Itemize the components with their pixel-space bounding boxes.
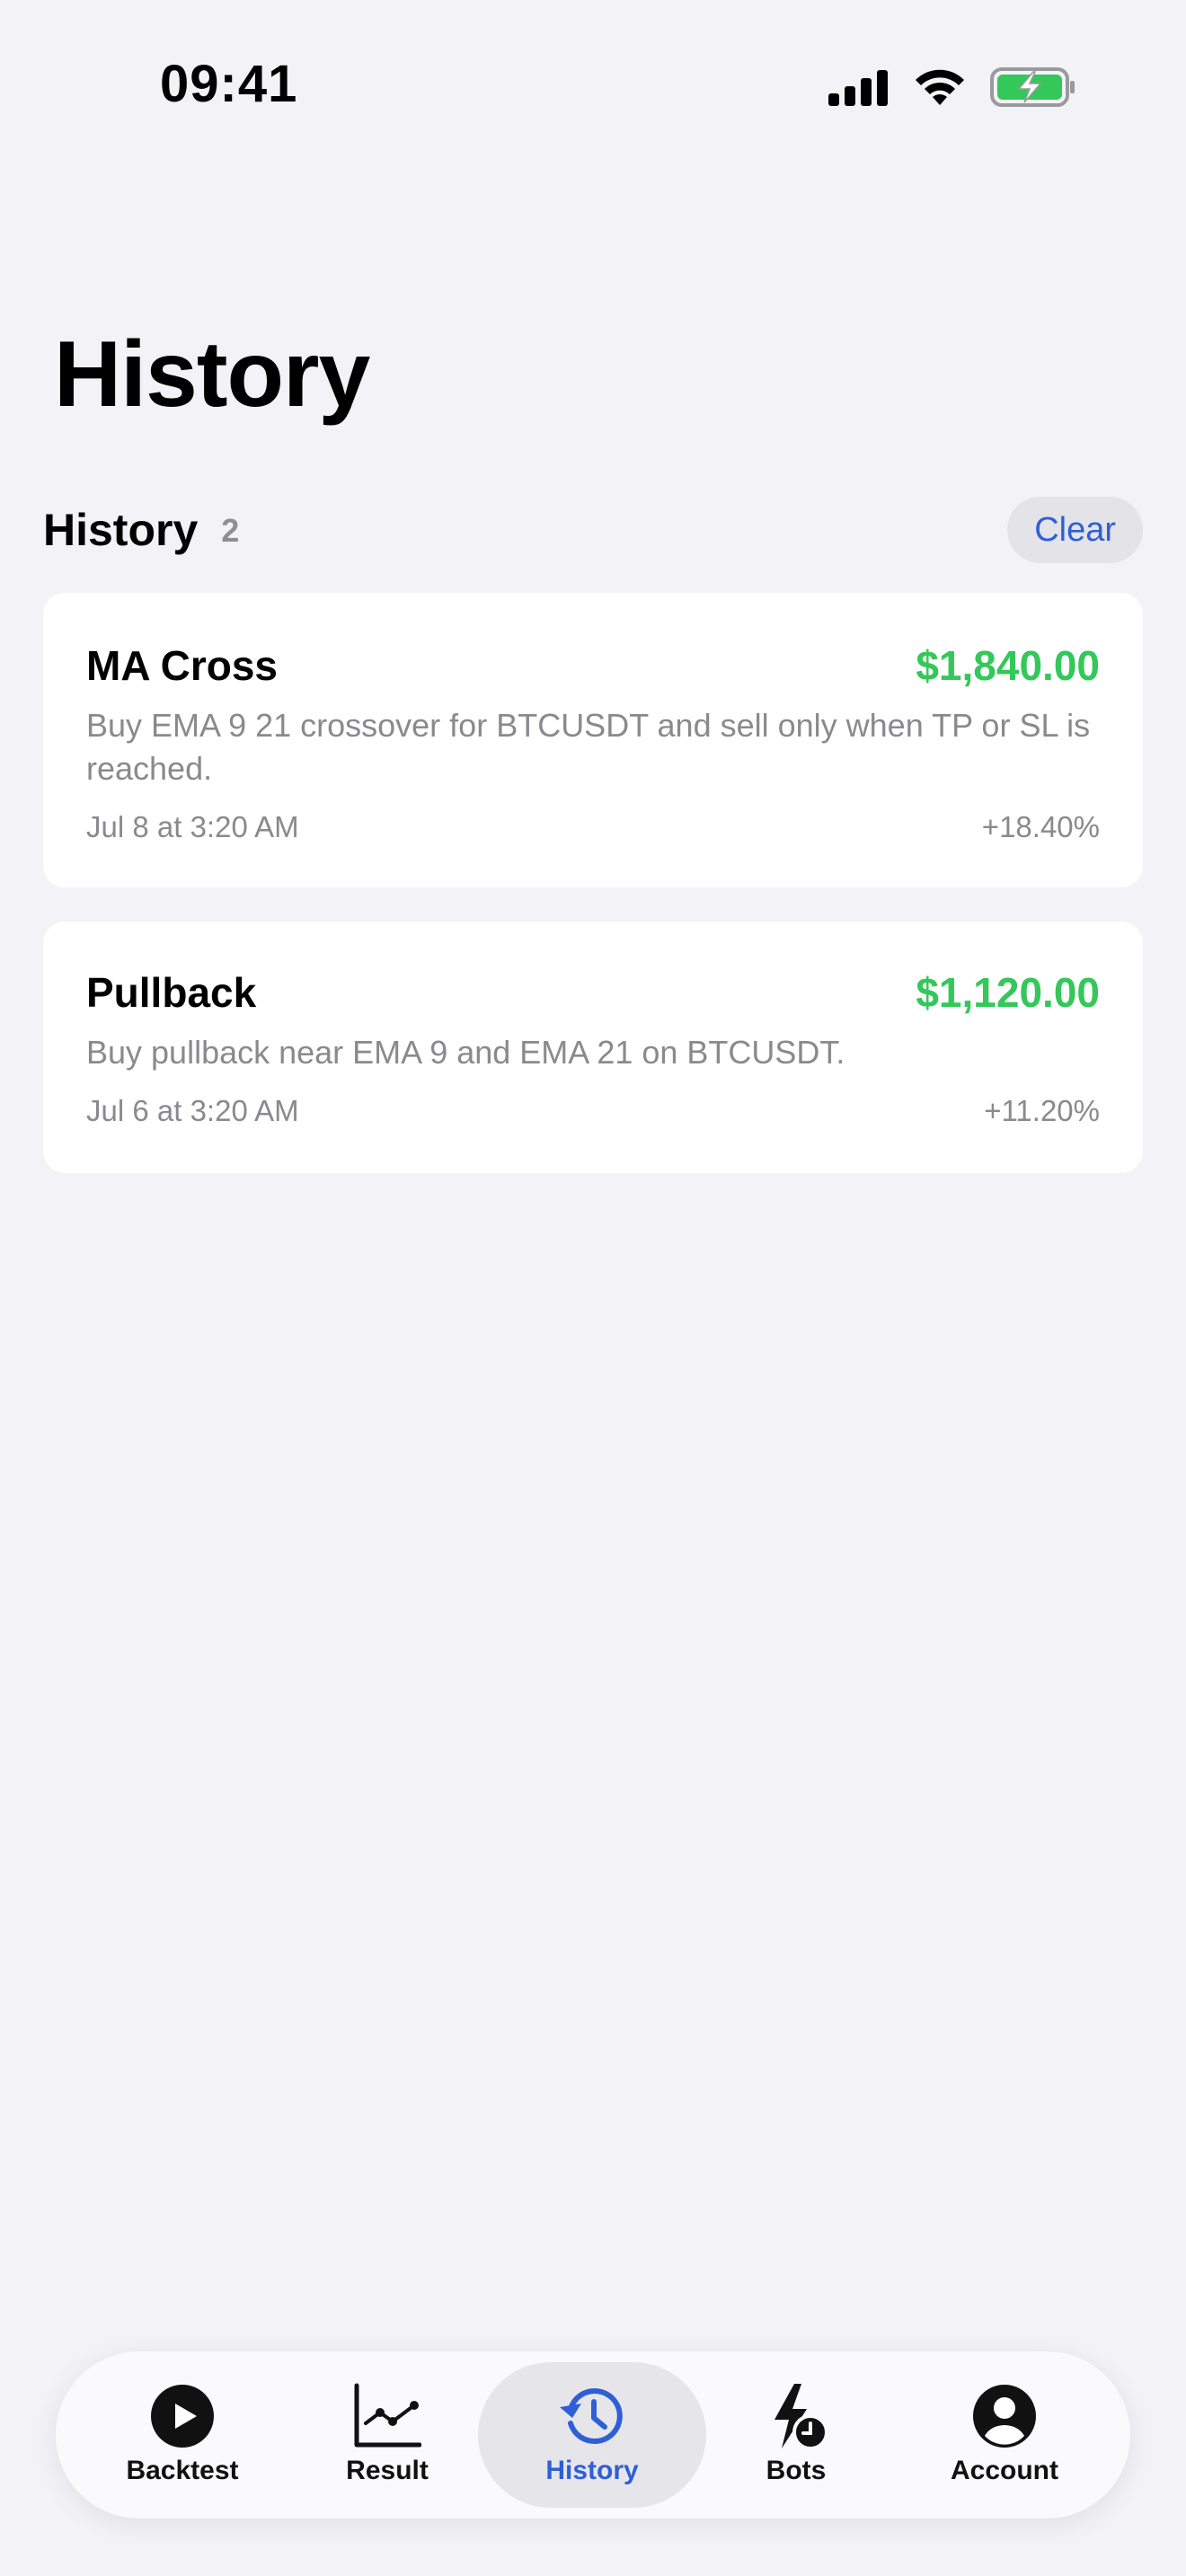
card-header-row: Pullback $1,120.00 — [86, 968, 1100, 1017]
tab-backtest[interactable]: Backtest — [80, 2362, 285, 2508]
tab-label: Backtest — [126, 2456, 239, 2485]
bolt-clock-icon — [774, 2384, 828, 2450]
cellular-signal-icon — [828, 70, 888, 106]
person-circle-icon — [973, 2385, 1036, 2448]
tab-result[interactable]: Result — [285, 2362, 490, 2508]
strategy-description: Buy pullback near EMA 9 and EMA 21 on BT… — [86, 1034, 845, 1071]
line-chart-icon — [354, 2383, 421, 2448]
strategy-name: Pullback — [86, 969, 257, 1016]
card-footer-row: Jul 8 at 3:20 AM +18.40% — [86, 810, 1100, 844]
result-amount: $1,840.00 — [916, 642, 1100, 689]
screen: 09:41 History History 2 Clear MA Cross $… — [0, 0, 1186, 2576]
status-icons — [828, 63, 1076, 111]
status-time: 09:41 — [160, 55, 298, 113]
card-header-row: MA Cross $1,840.00 — [86, 641, 1100, 690]
tab-history[interactable]: History — [478, 2362, 706, 2508]
return-percent: +18.40% — [981, 810, 1100, 843]
tab-account[interactable]: Account — [902, 2362, 1107, 2508]
section-header: History 2 Clear — [43, 496, 1143, 564]
section-count-badge: 2 — [221, 512, 240, 549]
strategy-description: Buy EMA 9 21 crossover for BTCUSDT and s… — [86, 707, 1091, 787]
return-percent: +11.20% — [984, 1094, 1100, 1127]
result-amount: $1,120.00 — [916, 969, 1100, 1016]
section-title: History — [43, 505, 199, 555]
clear-button[interactable]: Clear — [1007, 497, 1143, 563]
history-card[interactable]: Pullback $1,120.00 Buy pullback near EMA… — [43, 922, 1143, 1173]
tab-label: Account — [951, 2456, 1058, 2485]
strategy-name: MA Cross — [86, 642, 278, 689]
history-card[interactable]: MA Cross $1,840.00 Buy EMA 9 21 crossove… — [43, 593, 1143, 887]
tab-label: History — [545, 2456, 639, 2485]
run-date: Jul 6 at 3:20 AM — [86, 1094, 299, 1127]
tab-bar: Backtest Result History Bots Account — [56, 2351, 1130, 2519]
card-footer-row: Jul 6 at 3:20 AM +11.20% — [86, 1094, 1100, 1128]
wifi-icon — [916, 69, 964, 105]
run-date: Jul 8 at 3:20 AM — [86, 810, 299, 843]
clock-history-icon — [560, 2388, 623, 2444]
page-title: History — [54, 322, 370, 427]
tab-label: Bots — [766, 2456, 827, 2485]
play-circle-icon — [151, 2385, 214, 2448]
battery-charging-icon — [990, 67, 1075, 107]
tab-bots[interactable]: Bots — [694, 2362, 898, 2508]
tab-label: Result — [346, 2456, 429, 2485]
